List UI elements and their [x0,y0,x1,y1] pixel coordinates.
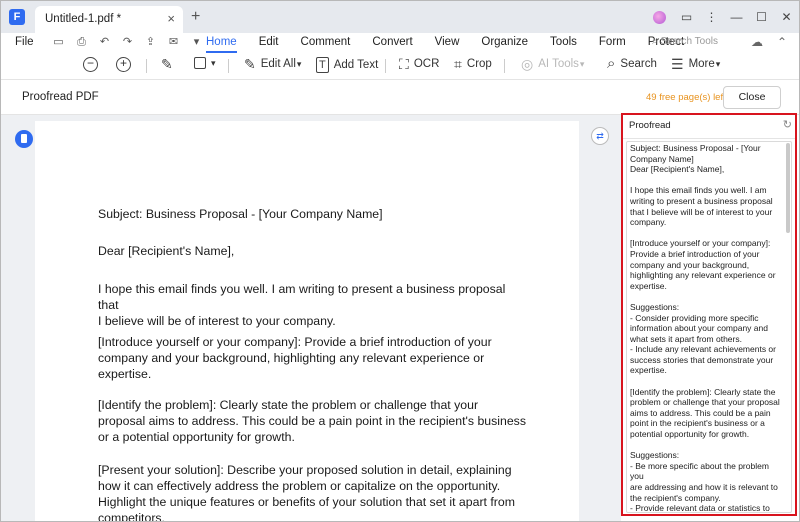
translate-icon[interactable]: ⇄ [591,127,609,145]
zoom-out-button[interactable]: − [83,57,98,72]
zoom-in-icon: + [116,57,131,72]
search-icon: ⌕ [607,55,616,72]
redo-icon[interactable]: ↷ [116,34,139,50]
refresh-icon[interactable]: ↻ [783,118,792,131]
search-button[interactable]: ⌕ Search [607,55,657,72]
zoom-in-button[interactable]: + [116,57,131,72]
feedback-icon[interactable]: ▭ [674,10,699,24]
scrollbar-thumb[interactable] [786,143,790,233]
proofread-bar: Proofread PDF 49 free page(s) left Close [1,79,799,115]
share-icon[interactable]: ⇪ [139,34,162,50]
save-icon[interactable]: ▭ [47,34,70,50]
undo-icon[interactable]: ↶ [93,34,116,50]
proofread-results[interactable]: Subject: Business Proposal - [Your Compa… [626,141,792,513]
document-tab-title: Untitled-1.pdf * [45,13,122,25]
more-label: More [688,58,715,70]
crop-icon: ⌗ [454,56,462,72]
title-bar: F Untitled-1.pdf * × + ▭ ⋮ — ☐ ✕ [1,1,799,33]
search-label: Search [620,58,657,70]
search-tools-icon: ⌕ [652,36,658,47]
crop-button[interactable]: ⌗ Crop [454,57,492,71]
rectangle-icon [194,57,206,69]
collapse-ribbon-icon[interactable]: ⌃ [777,35,787,49]
chevron-down-icon: ▾ [296,58,302,69]
ai-tools-icon: ◎ [521,56,534,72]
search-tools-input[interactable]: ⌕ Search Tools [652,36,718,47]
menu-organize[interactable]: Organize [470,36,539,48]
document-paragraph: [Identify the problem]: Clearly state th… [98,398,526,444]
menu-icon: ☰ [671,56,684,72]
page-thumbnails-icon[interactable] [15,130,33,148]
document-tab[interactable]: Untitled-1.pdf * × [35,6,183,33]
quick-access-toolbar: ▭ ⎙ ↶ ↷ ⇪ ✉ ▾ [47,34,208,50]
document-paragraph: [Present your solution]: Describe your p… [98,463,515,522]
more-button[interactable]: ☰ More ▾ [671,57,720,71]
document-paragraph: [Introduce yourself or your company]: Pr… [98,335,492,381]
proofread-panel: Proofread ↻ Subject: Business Proposal -… [621,113,797,516]
ocr-button[interactable]: ⛶ OCR [399,57,439,71]
proofread-panel-header: Proofread ↻ [623,115,795,139]
avatar-icon[interactable] [653,10,666,24]
shape-button[interactable]: ▾ [194,57,216,69]
document-paragraph: I hope this email finds you well. I am w… [98,282,506,328]
more-options-icon[interactable]: ⋮ [699,10,724,24]
toolbar-divider [504,59,505,73]
menu-edit[interactable]: Edit [248,36,290,48]
zoom-out-icon: − [83,57,98,72]
edit-all-label: Edit All [260,58,296,70]
proofread-panel-title: Proofread [629,120,671,131]
pdf-page[interactable]: Subject: Business Proposal - [Your Compa… [35,121,579,522]
document-workspace: Subject: Business Proposal - [Your Compa… [1,115,621,522]
add-text-label: Add Text [333,59,379,71]
document-paragraph: Dear [Recipient's Name], [98,244,235,258]
ai-tools-label: AI Tools [538,58,579,70]
document-paragraph: Subject: Business Proposal - [Your Compa… [98,207,383,221]
ai-tools-button[interactable]: ◎ AI Tools ▾ [521,57,584,71]
ocr-label: OCR [413,58,440,70]
file-menu[interactable]: File [15,36,34,48]
maximize-button[interactable]: ☐ [749,10,774,24]
add-text-button[interactable]: T Add Text [316,57,378,73]
menu-view[interactable]: View [424,36,471,48]
new-tab-icon[interactable]: + [191,8,200,26]
proofread-results-text: Subject: Business Proposal - [Your Compa… [630,143,780,513]
ocr-icon: ⛶ [399,56,409,72]
mail-icon[interactable]: ✉ [162,34,185,50]
free-pages-notice: 49 free page(s) left [646,92,726,103]
print-icon[interactable]: ⎙ [70,34,93,50]
menu-right-icons: ☁ ⌃ [751,35,787,49]
edit-all-button[interactable]: ✎ Edit All ▾ [244,57,301,71]
chevron-down-icon: ▾ [211,57,216,68]
edit-icon: ✎ [244,56,256,72]
highlight-icon: ✎ [161,56,173,72]
toolbar-divider [385,59,386,73]
menu-convert[interactable]: Convert [361,36,423,48]
close-proofread-button[interactable]: Close [723,86,781,109]
search-tools-placeholder: Search Tools [660,36,719,47]
app-window: F Untitled-1.pdf * × + ▭ ⋮ — ☐ ✕ File ▭ … [0,0,800,522]
home-toolbar: − + ✎ ▾ ✎ Edit All ▾ T Add Text ⛶ OCR ⌗ [1,53,799,79]
proofread-scrollbar[interactable] [786,143,790,511]
close-window-button[interactable]: ✕ [774,10,799,24]
menu-bar: File ▭ ⎙ ↶ ↷ ⇪ ✉ ▾ Home Edit Comment Con… [1,33,799,53]
chevron-down-icon: ▾ [715,58,721,69]
crop-label: Crop [466,58,492,70]
highlight-button[interactable]: ✎ [161,57,173,71]
cloud-icon[interactable]: ☁ [751,35,763,49]
menu-tools[interactable]: Tools [539,36,588,48]
menu-home[interactable]: Home [195,36,248,53]
proofread-bar-title: Proofread PDF [22,91,99,103]
toolbar-divider [146,59,147,73]
menu-form[interactable]: Form [588,36,637,48]
tab-close-icon[interactable]: × [167,11,175,26]
minimize-button[interactable]: — [724,10,749,24]
menu-comment[interactable]: Comment [290,36,362,48]
window-controls: ▭ ⋮ — ☐ ✕ [653,1,799,33]
app-logo-icon: F [9,9,25,25]
chevron-down-icon: ▾ [579,58,585,69]
toolbar-divider [228,59,229,73]
main-menu: Home Edit Comment Convert View Organize … [195,36,695,53]
text-box-icon: T [316,57,329,73]
